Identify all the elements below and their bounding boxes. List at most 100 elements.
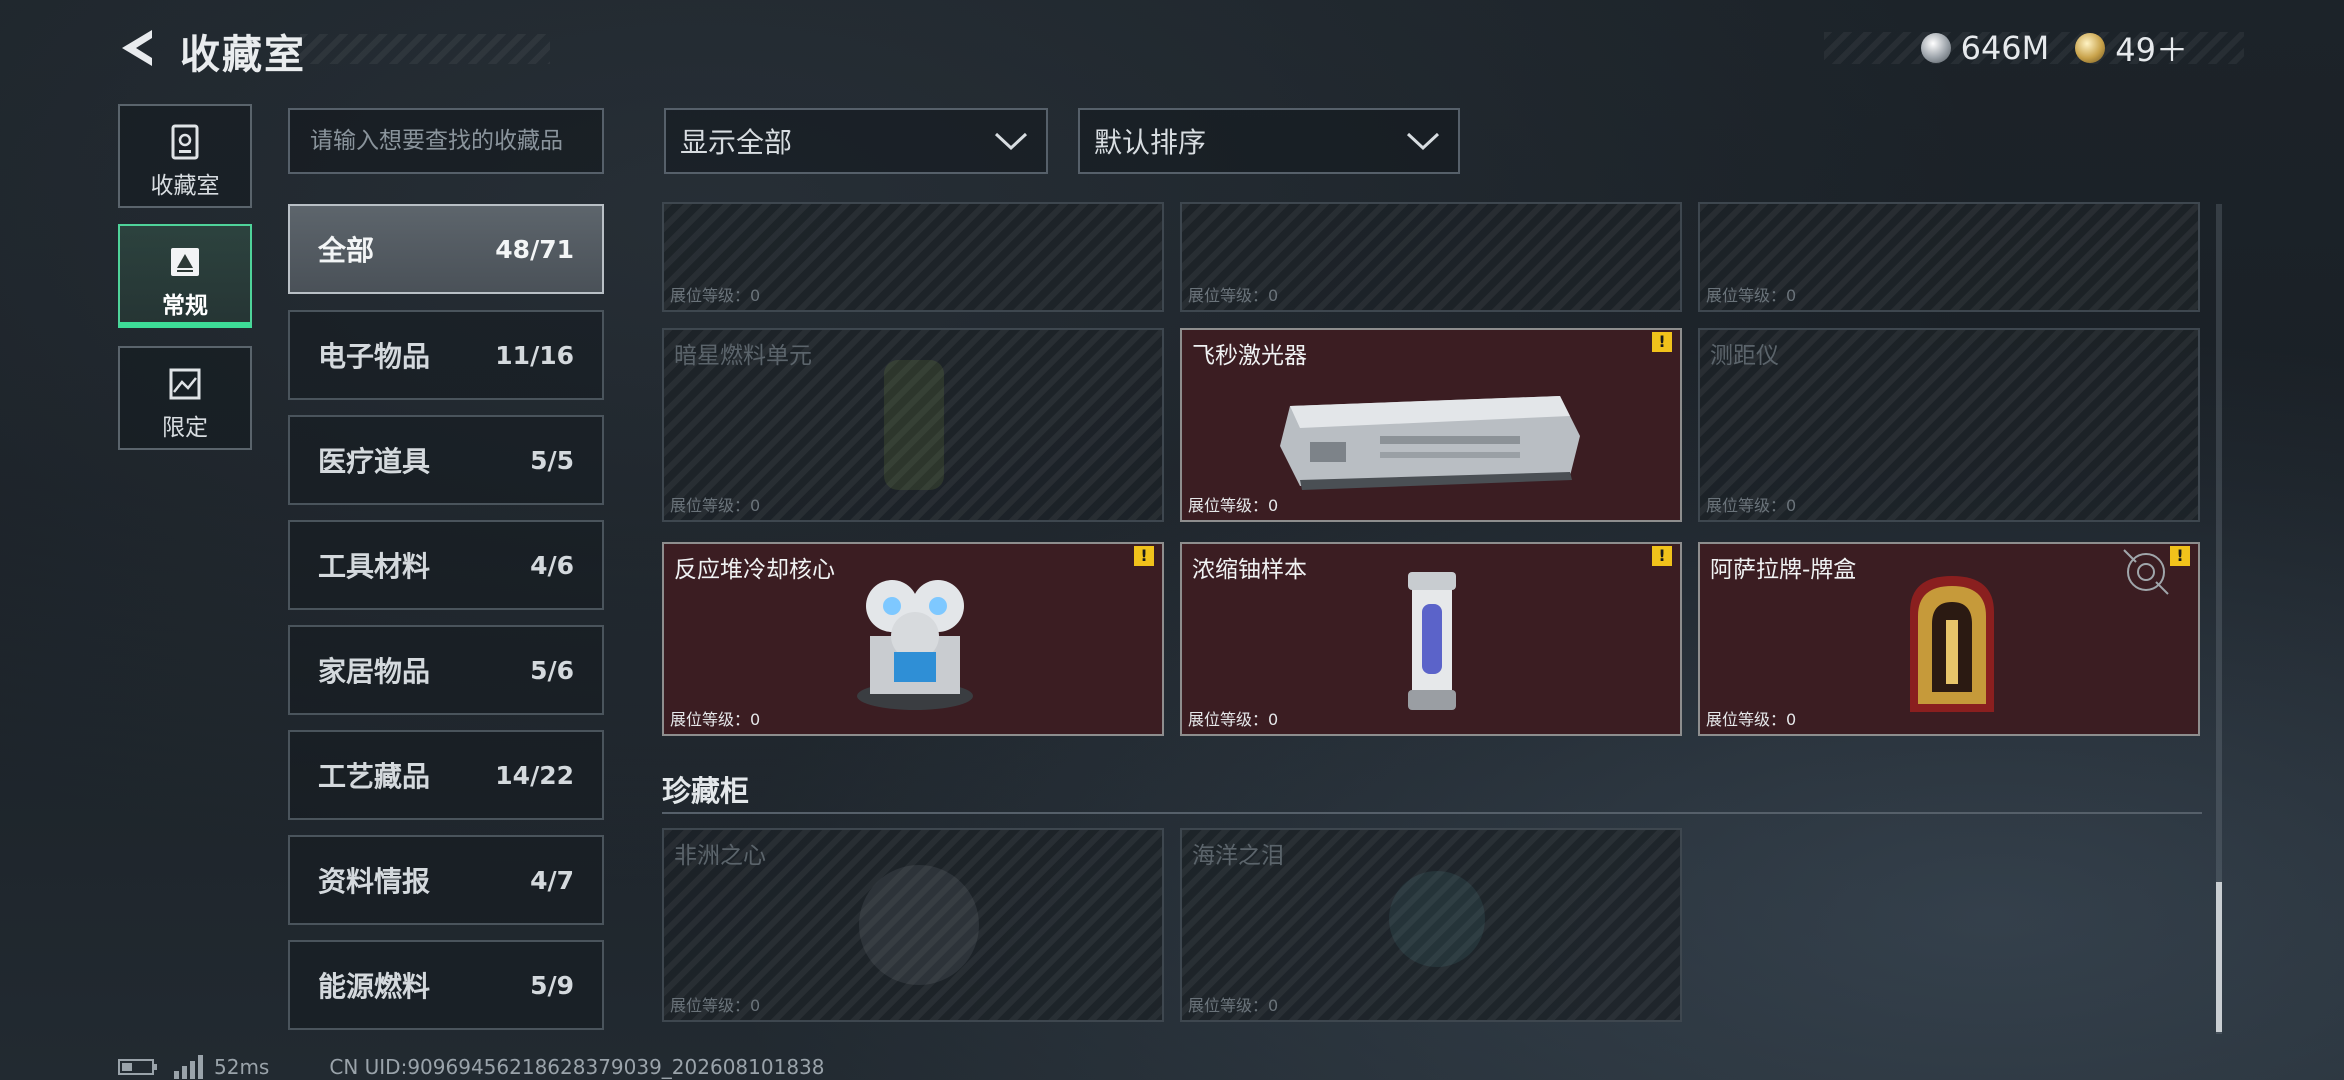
gold-coin-amount[interactable]: 49＋	[2115, 25, 2188, 71]
category-name: 资料情报	[318, 865, 431, 898]
item-name: 非洲之心	[674, 843, 766, 869]
category-energy[interactable]: 能源燃料 5/9	[288, 940, 604, 1030]
alert-icon: !	[2170, 546, 2190, 566]
alert-icon: !	[1652, 546, 1672, 566]
booth-level: 展位等级：0	[1706, 286, 1797, 305]
category-count: 5/6	[530, 655, 574, 685]
category-tools[interactable]: 工具材料 4/6	[288, 520, 604, 610]
nav-item-label: 收藏室	[150, 173, 220, 199]
collection-card[interactable]: 浓缩铀样本 ! 展位等级：0	[1180, 542, 1682, 736]
booth-level: 展位等级：0	[1706, 496, 1797, 515]
fuel-cell-image	[884, 360, 944, 490]
signal-icon	[174, 1055, 203, 1079]
grid-scrollbar[interactable]	[2216, 204, 2222, 1034]
silver-coin-icon	[1920, 33, 1951, 63]
certificate-icon	[171, 248, 199, 276]
currency-bar: 646M 49＋	[1920, 25, 2214, 71]
booth-level: 展位等级：0	[1188, 286, 1279, 305]
collection-card[interactable]: 测距仪 展位等级：0	[1698, 328, 2200, 522]
silver-coin-amount: 646M	[1960, 29, 2050, 67]
booth-level: 展位等级：0	[670, 710, 761, 729]
nav-item-label: 常规	[162, 293, 208, 319]
category-count: 5/5	[530, 445, 574, 475]
collection-card[interactable]: 非洲之心 展位等级：0	[662, 828, 1164, 1022]
category-count: 14/22	[495, 760, 574, 790]
booth-level: 展位等级：0	[1188, 996, 1279, 1015]
booth-level: 展位等级：0	[670, 996, 761, 1015]
nav-item-vault[interactable]: 收藏室	[118, 104, 252, 208]
nav-item-label: 限定	[162, 415, 208, 441]
collection-card[interactable]: 海洋之泪 展位等级：0	[1180, 828, 1682, 1022]
item-name: 飞秒激光器	[1192, 343, 1307, 369]
alert-icon: !	[1652, 332, 1672, 352]
category-count: 48/71	[495, 234, 574, 264]
laser-device-image	[1280, 396, 1580, 490]
category-name: 全部	[318, 234, 375, 267]
category-count: 11/16	[495, 340, 574, 370]
collection-card[interactable]: 反应堆冷却核心 ! 展位等级：0	[662, 542, 1164, 736]
section-divider	[662, 812, 2202, 814]
gem-image	[859, 865, 979, 985]
category-name: 工具材料	[318, 550, 431, 583]
gem-image	[1389, 871, 1485, 967]
collection-card[interactable]: 阿萨拉牌-牌盒 ! 展位等级：0	[1698, 542, 2200, 736]
gold-coin-icon	[2075, 33, 2106, 63]
nav-item-regular[interactable]: 常规	[118, 224, 252, 328]
ping-value: 52ms	[214, 1055, 270, 1079]
chevron-down-icon	[994, 132, 1028, 151]
item-name: 阿萨拉牌-牌盒	[1710, 557, 1857, 583]
title-decoration	[300, 34, 550, 64]
collection-card[interactable]: 暗星燃料单元 展位等级：0	[662, 328, 1164, 522]
collection-card[interactable]: 展位等级：0	[662, 202, 1164, 312]
category-name: 电子物品	[318, 340, 431, 373]
collection-grid: 展位等级：0 展位等级：0 展位等级：0 暗星燃料单元 展位等级：0 飞秒激光器…	[662, 202, 2210, 1032]
booth-level: 展位等级：0	[1706, 710, 1797, 729]
display-filter-dropdown[interactable]: 显示全部	[664, 108, 1048, 174]
collection-card[interactable]: 飞秒激光器 ! 展位等级：0	[1180, 328, 1682, 522]
category-electronics[interactable]: 电子物品 11/16	[288, 310, 604, 400]
category-household[interactable]: 家居物品 5/6	[288, 625, 604, 715]
search-input[interactable]	[288, 108, 604, 174]
category-medical[interactable]: 医疗道具 5/5	[288, 415, 604, 505]
display-filter-label: 显示全部	[680, 126, 793, 159]
category-name: 工艺藏品	[318, 760, 431, 793]
collection-card[interactable]: 展位等级：0	[1698, 202, 2200, 312]
scroll-thumb[interactable]	[2216, 882, 2222, 1032]
item-name: 暗星燃料单元	[674, 343, 812, 369]
item-name: 浓缩铀样本	[1192, 557, 1307, 583]
category-intel[interactable]: 资料情报 4/7	[288, 835, 604, 925]
reactor-core-image	[857, 580, 973, 710]
category-all[interactable]: 全部 48/71	[288, 204, 604, 294]
target-icon[interactable]	[2120, 546, 2172, 598]
battery-icon	[118, 1059, 157, 1075]
cabinet-section-title: 珍藏柜	[662, 774, 750, 808]
item-name: 测距仪	[1710, 343, 1779, 369]
page-title: 收藏室	[180, 32, 306, 78]
category-count: 4/6	[530, 550, 574, 580]
category-count: 4/7	[530, 865, 574, 895]
chevron-down-icon	[1406, 132, 1440, 151]
page-title-wrap: 收藏室	[180, 22, 306, 80]
booth-level: 展位等级：0	[670, 496, 761, 515]
alert-icon: !	[1134, 546, 1154, 566]
category-name: 医疗道具	[318, 445, 431, 478]
booth-level: 展位等级：0	[1188, 710, 1279, 729]
back-arrow-icon[interactable]	[118, 26, 162, 70]
sort-dropdown[interactable]: 默认排序	[1078, 108, 1460, 174]
item-name: 海洋之泪	[1192, 843, 1284, 869]
vault-icon	[171, 124, 199, 160]
category-count: 5/9	[530, 970, 574, 1000]
category-name: 家居物品	[318, 655, 431, 688]
sort-label: 默认排序	[1094, 126, 1207, 159]
category-name: 能源燃料	[318, 970, 431, 1003]
user-uid: CN UID:9096945621862837903​9_20260810183…	[329, 1055, 825, 1079]
card-box-image	[1910, 576, 1994, 712]
collection-card[interactable]: 展位等级：0	[1180, 202, 1682, 312]
category-crafts[interactable]: 工艺藏品 14/22	[288, 730, 604, 820]
status-footer: 52ms CN UID:9096945621862837903​9_202608…	[118, 1054, 825, 1080]
item-name: 反应堆冷却核心	[674, 557, 835, 583]
uranium-sample-image	[1408, 572, 1456, 710]
nav-item-limited[interactable]: 限定	[118, 346, 252, 450]
booth-level: 展位等级：0	[670, 286, 761, 305]
top-bar: 收藏室 646M 49＋	[0, 0, 2344, 100]
